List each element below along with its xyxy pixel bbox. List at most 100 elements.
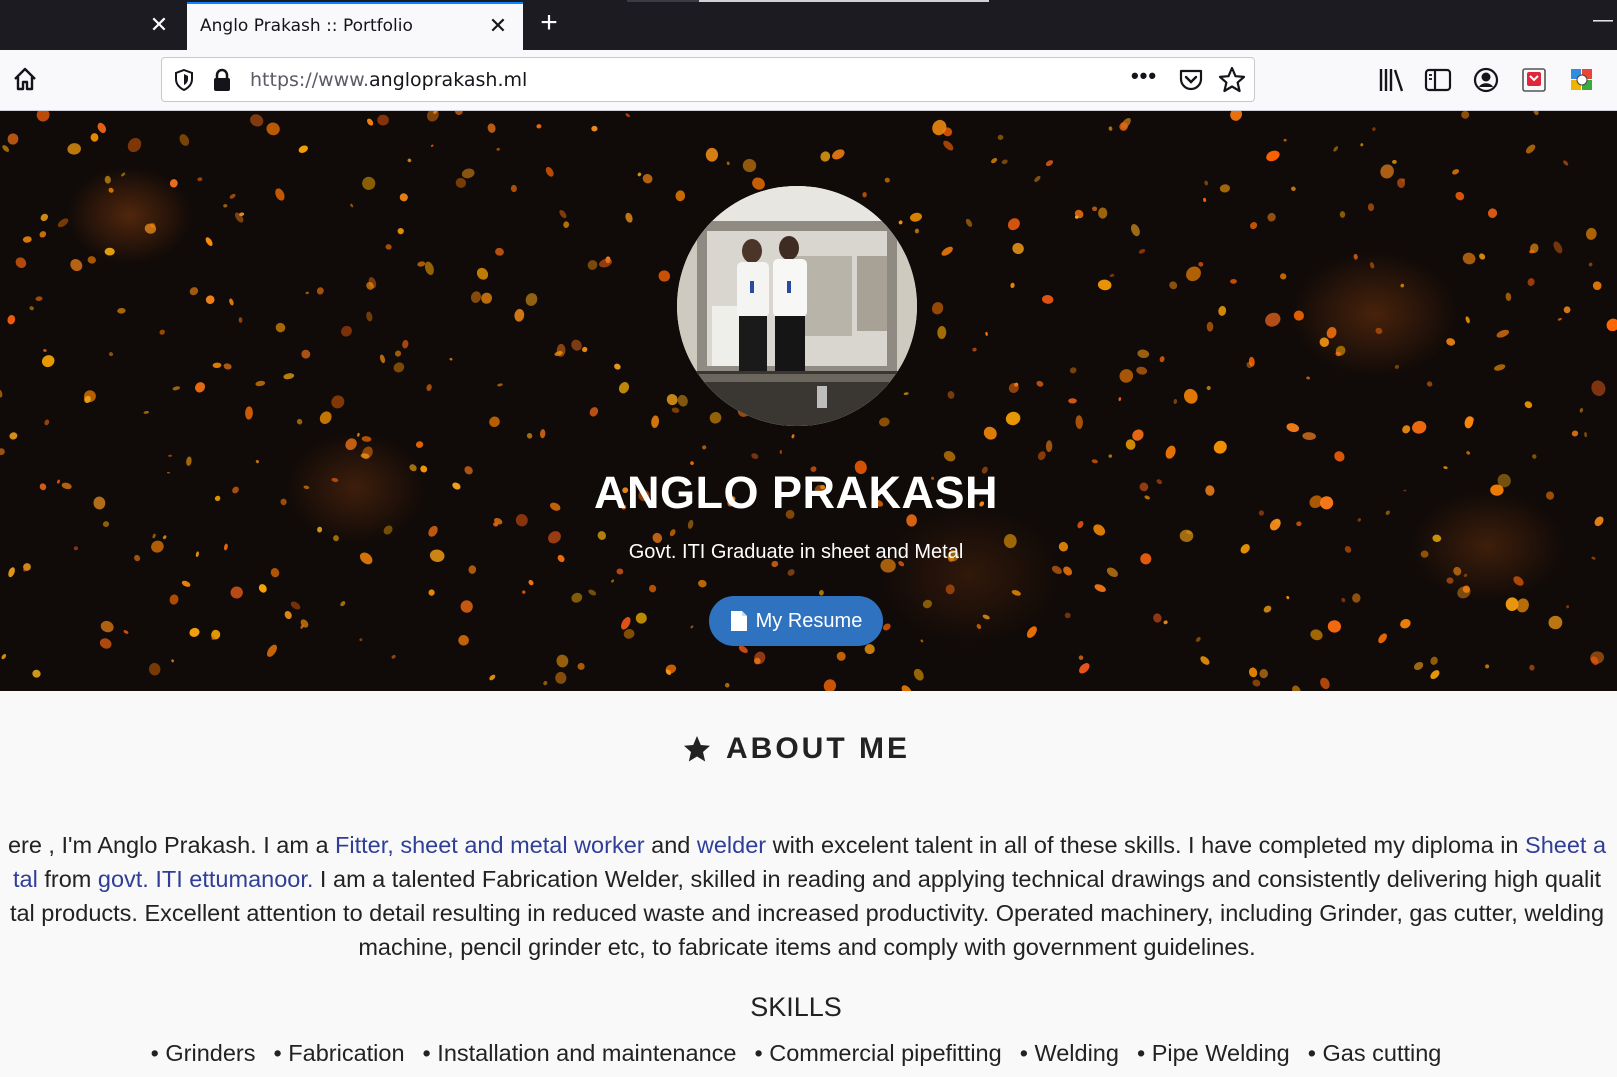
ember-spark: [666, 394, 678, 406]
ember-spark: [705, 147, 719, 162]
ember-spark: [1378, 633, 1387, 644]
ember-spark: [997, 134, 1004, 141]
ember-spark: [1094, 584, 1106, 592]
star-bookmark-icon[interactable]: [1218, 66, 1246, 94]
url-domain: angloprakash.ml: [369, 69, 528, 91]
about-link[interactable]: govt. ITI ettumanoor.: [98, 866, 314, 892]
ember-spark: [1109, 273, 1115, 277]
url-text[interactable]: https://www.angloprakash.ml: [250, 69, 527, 91]
ember-spark: [1306, 376, 1310, 380]
ember-spark: [1204, 180, 1209, 186]
ember-spark: [1169, 281, 1178, 290]
ember-spark: [284, 610, 292, 620]
ember-spark: [1218, 305, 1227, 316]
ember-spark: [1594, 516, 1604, 527]
ember-spark: [1026, 626, 1037, 638]
ember-spark: [186, 456, 192, 466]
ember-spark: [1334, 451, 1345, 462]
ember-spark: [283, 373, 295, 380]
ember-spark: [618, 382, 630, 394]
new-tab-button[interactable]: +: [534, 8, 564, 38]
ember-spark: [687, 519, 694, 529]
about-link[interactable]: Fitter, sheet and metal worker: [335, 832, 645, 858]
ember-spark: [1250, 222, 1258, 230]
ember-spark: [197, 177, 203, 182]
ember-spark: [428, 525, 438, 537]
ember-spark: [1446, 338, 1456, 346]
about-link[interactable]: welder: [697, 832, 766, 858]
ember-spark: [832, 149, 845, 160]
resume-button[interactable]: My Resume: [709, 596, 883, 646]
about-line: machine, pencil grinder etc, to fabricat…: [0, 930, 1617, 964]
ember-spark: [1119, 369, 1134, 383]
ember-spark: [588, 589, 597, 596]
ember-spark: [70, 259, 83, 272]
ember-spark: [1525, 144, 1536, 154]
ember-spark: [148, 662, 161, 676]
hero-section: ANGLO PRAKASH Govt. ITI Graduate in shee…: [0, 111, 1617, 691]
ember-spark: [481, 292, 493, 304]
ember-spark: [1206, 321, 1214, 332]
extension-red-icon[interactable]: [1519, 65, 1549, 95]
ember-spark: [898, 220, 903, 225]
ember-spark: [677, 394, 688, 407]
ember-spark: [1206, 385, 1211, 391]
star-icon: [684, 736, 710, 762]
pocket-icon[interactable]: [1178, 67, 1204, 93]
tab-active[interactable]: Anglo Prakash :: Portfolio ✕: [187, 2, 523, 50]
ember-spark: [1195, 636, 1201, 642]
ember-spark: [266, 122, 280, 136]
about-link[interactable]: Sheet a: [1525, 832, 1606, 858]
url-protocol: https://www.: [250, 69, 370, 91]
close-icon[interactable]: ✕: [485, 13, 511, 39]
close-icon[interactable]: ✕: [146, 12, 172, 38]
about-link[interactable]: tal: [13, 866, 38, 892]
ember-spark: [1394, 364, 1400, 369]
avatar: [677, 186, 917, 426]
ember-spark: [1296, 521, 1302, 527]
ember-spark: [143, 410, 150, 414]
about-text-segment: tal products. Excellent attention to det…: [9, 900, 1605, 926]
tracking-protection-shield-icon[interactable]: [174, 69, 194, 91]
ember-spark: [275, 188, 285, 201]
url-bar[interactable]: https://www.angloprakash.ml •••: [161, 57, 1255, 102]
ember-spark: [108, 352, 114, 357]
ember-spark: [1463, 573, 1468, 578]
ember-spark: [1466, 451, 1471, 455]
ember-spark: [366, 311, 373, 322]
document-icon: [730, 611, 747, 631]
extension-multicolor-icon[interactable]: [1567, 65, 1597, 95]
ember-spark: [393, 362, 405, 373]
ember-spark: [1529, 664, 1535, 671]
page-actions-more-icon[interactable]: •••: [1129, 65, 1159, 92]
ember-spark: [495, 247, 504, 256]
ember-spark: [724, 682, 730, 688]
hero-name: ANGLO PRAKASH: [593, 467, 998, 518]
ember-spark: [29, 306, 34, 311]
ember-spark: [1051, 565, 1062, 575]
about-text-segment: ere , I'm Anglo Prakash. I am a: [7, 832, 336, 858]
library-icon[interactable]: [1376, 65, 1406, 95]
ember-spark: [383, 525, 393, 535]
sidebar-icon[interactable]: [1423, 65, 1453, 95]
ember-spark: [1452, 169, 1460, 175]
account-icon[interactable]: [1471, 65, 1501, 95]
home-icon[interactable]: [10, 64, 40, 94]
ember-spark: [1494, 364, 1506, 371]
ember-spark: [428, 589, 435, 596]
ember-spark: [83, 390, 96, 403]
about-line: tal from govt. ITI ettumanoor. I am a ta…: [0, 862, 1617, 896]
about-text-segment: machine, pencil grinder etc, to fabricat…: [358, 934, 1256, 960]
ember-spark: [1413, 661, 1424, 671]
ember-spark: [1292, 685, 1301, 691]
ember-spark: [1005, 411, 1021, 426]
skill-item: • Commercial pipefitting: [754, 1040, 1002, 1066]
ember-spark: [449, 357, 453, 361]
lock-icon[interactable]: [212, 68, 232, 92]
minimize-window-icon[interactable]: —: [1593, 8, 1617, 32]
ember-spark: [230, 586, 243, 599]
ember-spark: [1037, 451, 1046, 461]
ember-spark: [545, 166, 554, 177]
ember-spark: [611, 579, 615, 583]
ember-spark: [1462, 252, 1476, 265]
